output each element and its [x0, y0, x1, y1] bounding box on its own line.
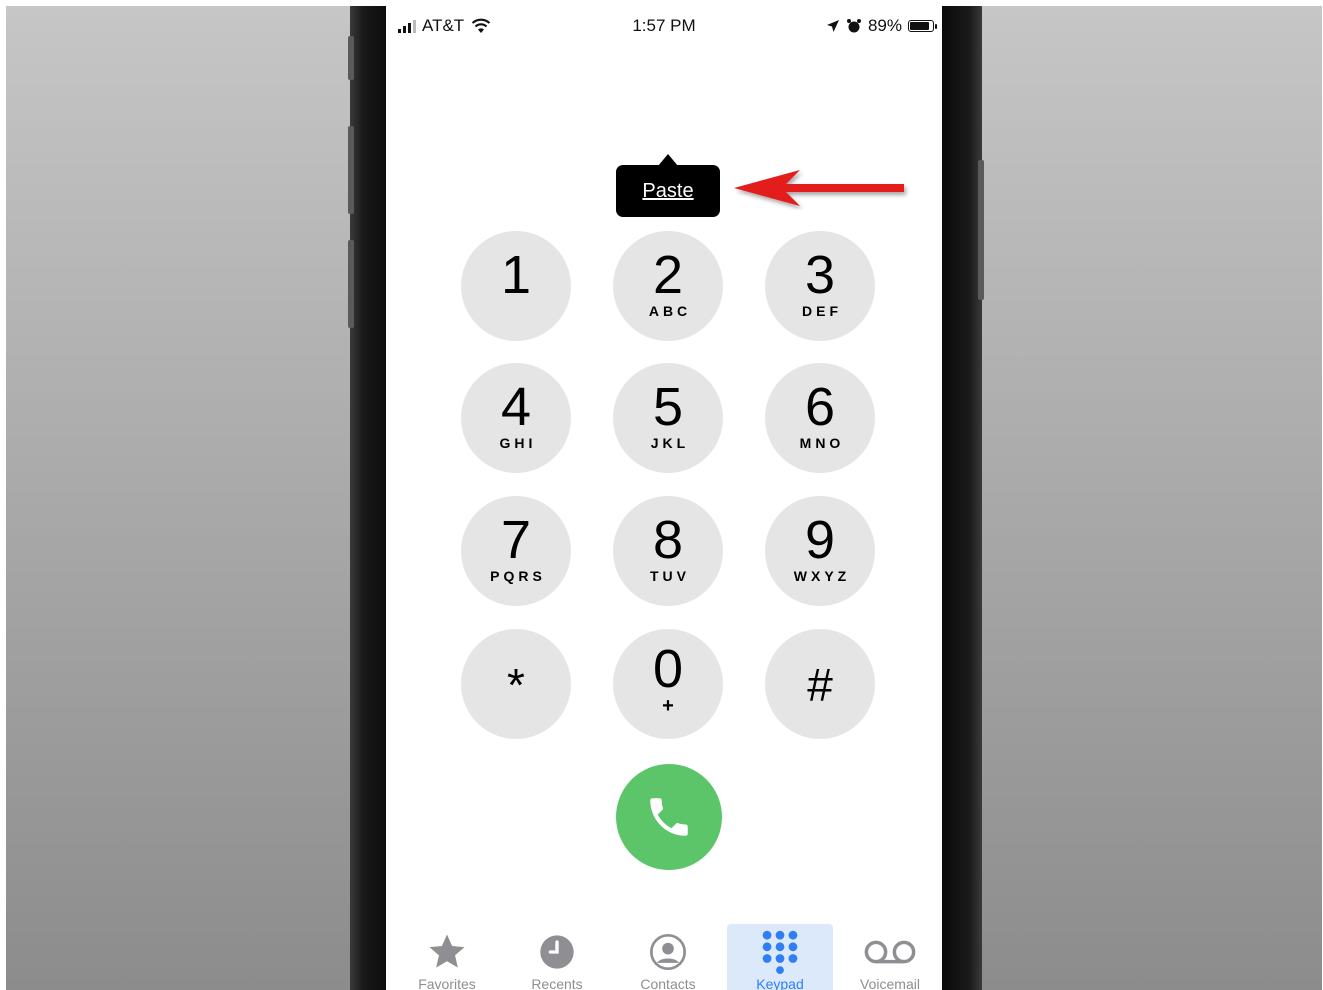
phone-screen: AT&T 1:57 PM 89% Paste 1 2 ABC 3 DEF 4 G… — [386, 6, 942, 990]
keypad-grid-icon — [762, 930, 798, 974]
key-letters: DEF — [802, 303, 842, 319]
side-button — [978, 160, 984, 300]
key-letters: MNO — [799, 435, 845, 451]
star-icon — [429, 934, 465, 968]
key-digit: 3 — [804, 245, 836, 305]
background: AT&T 1:57 PM 89% Paste 1 2 ABC 3 DEF 4 G… — [6, 6, 1322, 990]
tab-label: Favorites — [418, 976, 476, 990]
key-letters: WXYZ — [793, 568, 851, 584]
key-digit: 8 — [652, 510, 684, 570]
person-circle-icon — [650, 934, 686, 970]
key-9[interactable]: 9 WXYZ — [765, 496, 875, 606]
battery-percent: 89% — [867, 16, 902, 35]
tab-bar: Favorites Recents Contacts Keypad Voicem… — [386, 924, 942, 990]
voicemail-icon — [864, 940, 916, 964]
key-letters: JKL — [650, 435, 690, 451]
key-digit: 1 — [500, 245, 532, 305]
tab-label: Keypad — [756, 976, 804, 990]
key-7[interactable]: 7 PQRS — [461, 496, 571, 606]
key-digit: 0 — [652, 639, 684, 699]
key-digit: 9 — [804, 510, 836, 570]
key-letters: ABC — [648, 303, 692, 319]
key-3[interactable]: 3 DEF — [765, 231, 875, 341]
key-letters: GHI — [499, 435, 537, 451]
key-digit: 7 — [500, 510, 532, 570]
tab-keypad[interactable]: Keypad — [727, 924, 833, 990]
tab-label: Voicemail — [860, 976, 920, 990]
tab-favorites[interactable]: Favorites — [394, 924, 500, 990]
red-arrow-annotation — [734, 170, 904, 206]
key-digit: 6 — [804, 377, 836, 437]
tab-contacts[interactable]: Contacts — [615, 924, 721, 990]
key-5[interactable]: 5 JKL — [613, 363, 723, 473]
key-0[interactable]: 0 + — [613, 629, 723, 739]
key-pound[interactable]: # — [765, 629, 875, 739]
key-4[interactable]: 4 GHI — [461, 363, 571, 473]
key-8[interactable]: 8 TUV — [613, 496, 723, 606]
key-digit: * — [507, 659, 525, 711]
tab-label: Contacts — [640, 976, 696, 990]
volume-down-button — [348, 240, 354, 328]
key-letters: TUV — [650, 568, 690, 584]
ringer-switch — [348, 36, 354, 80]
key-star[interactable]: * — [461, 629, 571, 739]
call-button[interactable] — [616, 764, 722, 870]
tab-label: Recents — [531, 976, 583, 990]
key-2[interactable]: 2 ABC — [613, 231, 723, 341]
key-letters: + — [662, 695, 674, 717]
key-digit: # — [807, 659, 833, 711]
alarm-icon — [846, 19, 861, 33]
paste-menu[interactable]: Paste — [616, 154, 720, 217]
status-right: 89% — [826, 12, 937, 40]
battery-icon — [908, 20, 937, 32]
paste-menu-item[interactable]: Paste — [642, 180, 693, 203]
key-digit: 5 — [652, 377, 684, 437]
key-6[interactable]: 6 MNO — [765, 363, 875, 473]
key-letters: PQRS — [490, 568, 546, 584]
tab-recents[interactable]: Recents — [504, 924, 610, 990]
key-digit: 4 — [500, 377, 532, 437]
volume-up-button — [348, 126, 354, 214]
tab-voicemail[interactable]: Voicemail — [837, 924, 942, 990]
phone-handset-icon — [650, 798, 688, 836]
location-arrow-icon — [826, 20, 839, 32]
clock-icon — [540, 935, 574, 969]
key-digit: 2 — [652, 245, 684, 305]
key-1[interactable]: 1 — [461, 231, 571, 341]
